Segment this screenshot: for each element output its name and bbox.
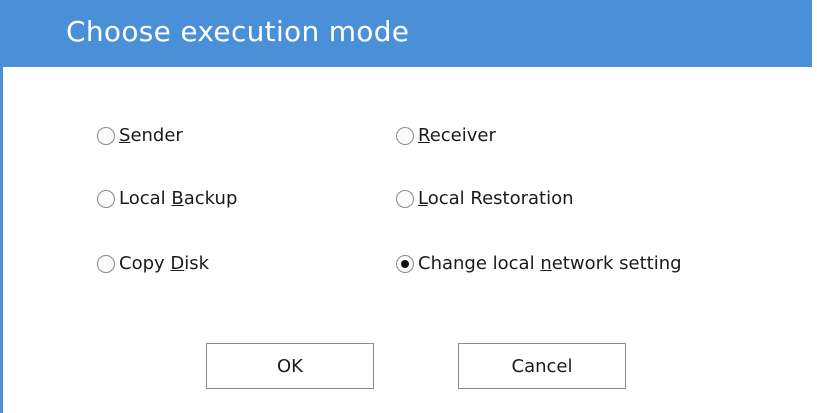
radio-label-change-network: Change local network setting bbox=[418, 253, 682, 274]
radio-option-local-backup[interactable]: Local Backup bbox=[97, 188, 237, 210]
radio-option-local-restoration[interactable]: Local Restoration bbox=[396, 188, 574, 210]
cancel-button[interactable]: Cancel bbox=[458, 343, 626, 389]
ok-button[interactable]: OK bbox=[206, 343, 374, 389]
radio-button[interactable] bbox=[396, 190, 414, 208]
radio-label-copy-disk: Copy Disk bbox=[119, 253, 210, 274]
radio-label-receiver: Receiver bbox=[418, 125, 496, 146]
radio-button-selected[interactable] bbox=[396, 255, 414, 273]
title-bar: Choose execution mode bbox=[0, 0, 812, 67]
radio-label-local-restoration: Local Restoration bbox=[418, 188, 574, 209]
radio-option-sender[interactable]: Sender bbox=[97, 125, 183, 147]
radio-option-copy-disk[interactable]: Copy Disk bbox=[97, 253, 209, 275]
window-right-edge bbox=[812, 0, 817, 413]
radio-option-receiver[interactable]: Receiver bbox=[396, 125, 496, 147]
radio-option-change-network[interactable]: Change local network setting bbox=[396, 253, 682, 275]
radio-label-local-backup: Local Backup bbox=[119, 188, 238, 209]
dialog-title: Choose execution mode bbox=[66, 15, 410, 48]
window-left-border bbox=[0, 0, 3, 413]
radio-button[interactable] bbox=[396, 127, 414, 145]
execution-mode-dialog: Choose execution mode Sender Receiver Lo… bbox=[0, 0, 817, 413]
radio-label-sender: Sender bbox=[119, 125, 183, 146]
radio-button[interactable] bbox=[97, 127, 115, 145]
radio-button[interactable] bbox=[97, 255, 115, 273]
radio-button[interactable] bbox=[97, 190, 115, 208]
